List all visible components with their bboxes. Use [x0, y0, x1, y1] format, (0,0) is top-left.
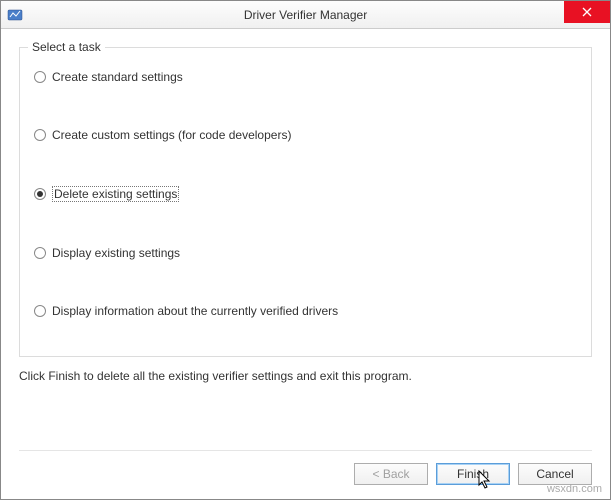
- radio-label: Delete existing settings: [52, 186, 179, 202]
- radio-icon: [34, 305, 46, 317]
- radio-create-standard[interactable]: Create standard settings: [34, 70, 577, 84]
- radio-label: Create standard settings: [52, 70, 183, 84]
- radio-icon: [34, 129, 46, 141]
- close-button[interactable]: [564, 1, 610, 23]
- dialog-window: Driver Verifier Manager Select a task Cr…: [0, 0, 611, 500]
- app-icon: [7, 7, 23, 23]
- close-icon: [582, 5, 592, 20]
- window-title: Driver Verifier Manager: [1, 8, 610, 22]
- radio-icon: [34, 188, 46, 200]
- radio-label: Display existing settings: [52, 246, 180, 260]
- radio-label: Display information about the currently …: [52, 304, 338, 318]
- finish-button[interactable]: Finish: [436, 463, 510, 485]
- cancel-button[interactable]: Cancel: [518, 463, 592, 485]
- task-groupbox: Select a task Create standard settings C…: [19, 47, 592, 357]
- groupbox-label: Select a task: [28, 40, 105, 54]
- content-area: Select a task Create standard settings C…: [1, 29, 610, 383]
- button-bar: < Back Finish Cancel: [19, 450, 592, 485]
- radio-display-existing[interactable]: Display existing settings: [34, 246, 577, 260]
- radio-delete-existing[interactable]: Delete existing settings: [34, 186, 577, 202]
- back-button: < Back: [354, 463, 428, 485]
- radio-icon: [34, 247, 46, 259]
- radio-icon: [34, 71, 46, 83]
- titlebar: Driver Verifier Manager: [1, 1, 610, 29]
- radio-display-info[interactable]: Display information about the currently …: [34, 304, 577, 318]
- instruction-text: Click Finish to delete all the existing …: [19, 369, 592, 383]
- radio-create-custom[interactable]: Create custom settings (for code develop…: [34, 128, 577, 142]
- radio-label: Create custom settings (for code develop…: [52, 128, 291, 142]
